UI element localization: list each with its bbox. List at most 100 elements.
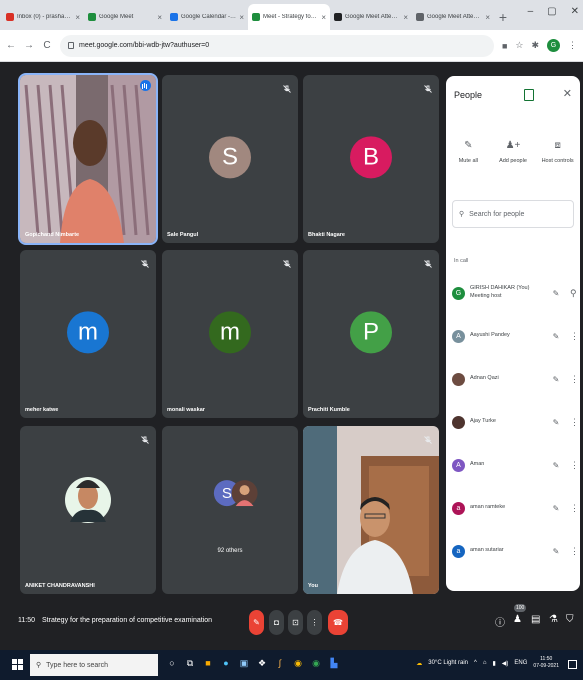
add-person-icon: ♟+ xyxy=(505,140,521,151)
host-shield-icon[interactable]: ⛉ xyxy=(566,614,574,625)
participant-row[interactable]: a aman ramteke ✎ ⋮ xyxy=(452,495,579,521)
file-explorer-icon[interactable]: ■ xyxy=(202,658,214,672)
notification-icon[interactable] xyxy=(568,660,577,669)
browser-menu-icon[interactable]: ⋮ xyxy=(568,40,577,51)
close-panel-icon[interactable]: ✕ xyxy=(563,87,572,100)
chrome-profile-icon[interactable]: ◉ xyxy=(310,658,322,672)
participant-row[interactable]: G GIRISH DAHIKAR (You) Meeting host ✎ ⚲ xyxy=(452,280,577,306)
battery-icon[interactable]: ▮ xyxy=(492,660,495,667)
meeting-title: Strategy for the preparation of competit… xyxy=(42,617,213,624)
taskbar-search-box[interactable]: ⚲ Type here to search xyxy=(30,654,158,676)
address-bar[interactable]: meet.google.com/bbi-wdb-jtw?authuser=0 xyxy=(60,34,494,57)
browser-toolbar: ← → C meet.google.com/bbi-wdb-jtw?authus… xyxy=(0,30,583,62)
participant-tile[interactable]: You xyxy=(303,426,439,594)
network-icon[interactable]: ⌂ xyxy=(483,660,487,666)
mic-off-icon[interactable]: ✎ xyxy=(551,332,561,341)
store-icon[interactable]: ▣ xyxy=(238,658,250,672)
language-indicator[interactable]: ENG xyxy=(514,660,527,666)
tab-close-icon[interactable]: × xyxy=(485,13,490,22)
maximize-icon[interactable]: ▢ xyxy=(547,6,556,17)
participant-tile[interactable]: m meher katwe xyxy=(20,250,156,418)
dropbox-icon[interactable]: ❖ xyxy=(256,658,268,672)
tab-close-icon[interactable]: × xyxy=(321,13,326,22)
chrome-icon[interactable]: ◉ xyxy=(292,658,304,672)
present-button[interactable]: ⊡ xyxy=(288,610,303,635)
participant-tile[interactable]: S 92 others xyxy=(162,426,298,594)
camera-toggle-button[interactable]: ◘ xyxy=(269,610,284,635)
participant-row[interactable]: a aman sutariar ✎ ⋮ xyxy=(452,538,579,564)
more-options-icon[interactable]: ⋮ xyxy=(570,546,579,557)
tab-close-icon[interactable]: × xyxy=(157,13,162,22)
meeting-details-icon[interactable]: ⓘ xyxy=(495,614,505,629)
mic-off-icon[interactable]: ✎ xyxy=(551,418,561,427)
reload-icon[interactable]: C xyxy=(42,40,52,51)
people-action-button[interactable]: ✎ Mute all xyxy=(448,140,488,164)
mic-off-icon[interactable]: ✎ xyxy=(551,504,561,513)
browser-tab[interactable]: Google Meet Attendance - …× xyxy=(412,4,494,30)
more-options-icon[interactable]: ⋮ xyxy=(570,374,579,385)
mic-toggle-button[interactable]: ✎ xyxy=(249,610,264,635)
participant-row[interactable]: Ajay Turke ✎ ⋮ xyxy=(452,409,579,435)
word-icon[interactable]: ▙ xyxy=(328,658,340,672)
browser-tab[interactable]: Google Meet Attendance …× xyxy=(330,4,412,30)
task-view-icon[interactable]: ⧉ xyxy=(184,658,196,672)
participant-row[interactable]: A Aman ✎ ⋮ xyxy=(452,452,579,478)
participant-avatar: m xyxy=(209,311,251,354)
people-icon[interactable]: ♟ xyxy=(513,614,522,625)
browser-tab[interactable]: Inbox (0) - prashant10@gm…× xyxy=(2,4,84,30)
cortana-icon[interactable]: ○ xyxy=(166,658,178,672)
participant-row[interactable]: Adnan Qazi ✎ ⋮ xyxy=(452,366,579,392)
app-icon[interactable]: ∫ xyxy=(274,658,286,672)
browser-tab[interactable]: Google Meet × xyxy=(84,4,166,30)
participant-tile[interactable]: S Sale Pangul xyxy=(162,75,298,243)
taskbar-clock[interactable]: 11:50 07-09-2021 xyxy=(533,656,559,670)
participant-tile[interactable]: P Prachiti Kumble xyxy=(303,250,439,418)
browser-tab[interactable]: Google Calendar - Thursd…× xyxy=(166,4,248,30)
people-action-button[interactable]: ♟+ Add people xyxy=(493,140,533,164)
participant-name: You xyxy=(308,583,318,589)
participant-tile[interactable]: ANIKET CHANDRAVANSHI xyxy=(20,426,156,594)
tab-close-icon[interactable]: × xyxy=(75,13,80,22)
mic-off-icon[interactable]: ✎ xyxy=(551,547,561,556)
more-options-icon[interactable]: ⋮ xyxy=(570,417,579,428)
edge-icon[interactable]: ● xyxy=(220,658,232,672)
mic-off-icon[interactable]: ✎ xyxy=(551,289,561,298)
more-options-button[interactable]: ⋮ xyxy=(307,610,322,635)
browser-tab[interactable]: Meet - Strategy for th…× xyxy=(248,4,330,30)
weather-text[interactable]: 30°C Light rain xyxy=(428,660,468,666)
search-people-input[interactable]: ⚲ Search for people xyxy=(452,200,574,228)
activities-icon[interactable]: ⚗ xyxy=(549,614,558,625)
host-lock-icon[interactable] xyxy=(524,89,534,101)
tab-close-icon[interactable]: × xyxy=(239,13,244,22)
camera-indicator-icon[interactable]: ■ xyxy=(502,41,507,51)
volume-icon[interactable]: ◀) xyxy=(502,660,509,667)
more-options-icon[interactable]: ⋮ xyxy=(570,503,579,514)
new-tab-icon[interactable]: + xyxy=(494,4,512,30)
more-options-icon[interactable]: ⋮ xyxy=(570,331,579,342)
close-window-icon[interactable]: ✕ xyxy=(571,6,579,17)
group-avatar xyxy=(231,480,258,507)
forward-icon[interactable]: → xyxy=(24,40,34,51)
participant-video xyxy=(20,75,156,243)
tab-close-icon[interactable]: × xyxy=(403,13,408,22)
profile-avatar[interactable]: G xyxy=(547,39,560,52)
tab-favicon-icon xyxy=(6,13,14,21)
mic-off-icon[interactable]: ✎ xyxy=(551,461,561,470)
participant-row[interactable]: A Aayushi Pandey ✎ ⋮ xyxy=(452,323,579,349)
tray-chevron-icon[interactable]: ^ xyxy=(474,660,477,666)
mic-off-icon[interactable]: ✎ xyxy=(551,375,561,384)
speaking-indicator-icon xyxy=(140,80,151,91)
extensions-icon[interactable]: ✱ xyxy=(531,40,539,51)
leave-call-button[interactable]: ☎ xyxy=(328,610,348,635)
people-action-button[interactable]: ⧈ Host controls xyxy=(538,140,578,164)
bookmark-star-icon[interactable]: ☆ xyxy=(515,40,523,51)
chat-icon[interactable]: ▤ xyxy=(531,614,540,625)
pin-icon[interactable]: ⚲ xyxy=(570,288,577,299)
participant-tile[interactable]: m monali waskar xyxy=(162,250,298,418)
back-icon[interactable]: ← xyxy=(6,40,16,51)
windows-start-icon[interactable] xyxy=(12,659,23,670)
minimize-icon[interactable]: – xyxy=(528,6,534,17)
participant-tile[interactable]: Gopichand Nimbarte xyxy=(18,73,158,245)
more-options-icon[interactable]: ⋮ xyxy=(570,460,579,471)
participant-tile[interactable]: B Bhakti Nagare xyxy=(303,75,439,243)
